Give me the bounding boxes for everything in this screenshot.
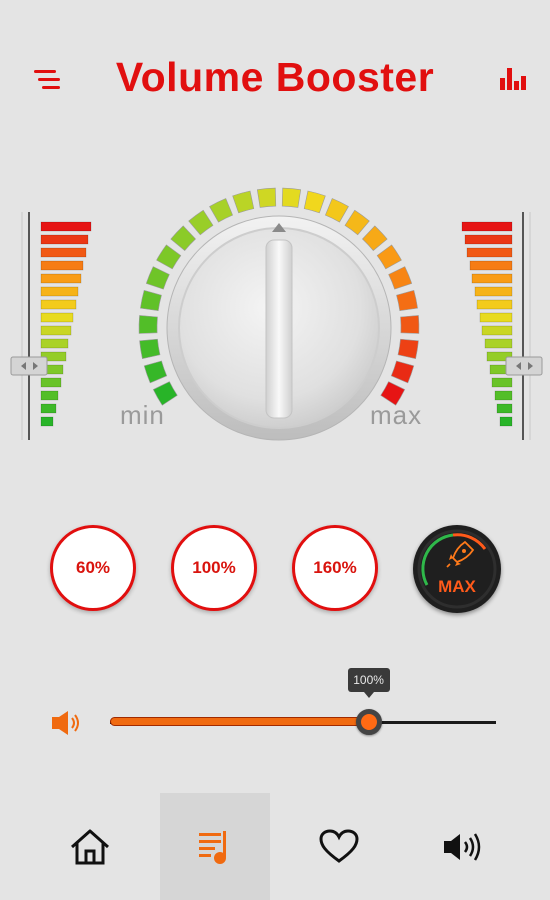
music-list-icon (199, 830, 226, 864)
level-arc-segment (303, 190, 326, 214)
slider-fill (110, 717, 369, 726)
level-arc-segment (344, 209, 370, 236)
level-arc-segment (139, 338, 161, 360)
level-arc-segment (324, 198, 349, 223)
slider-tooltip: 100% (347, 668, 390, 692)
nav-music[interactable] (160, 793, 270, 900)
level-arc-segment (388, 266, 413, 290)
nav-volume[interactable] (409, 793, 519, 900)
level-arc-segment (188, 209, 214, 236)
max-button[interactable]: MAX (413, 525, 501, 613)
home-icon (71, 829, 109, 864)
volume-icon (444, 832, 481, 861)
volume-knob-area: min max (0, 0, 550, 480)
level-arc-segment (256, 187, 277, 208)
preset-60-button[interactable]: 60% (50, 525, 136, 611)
level-arc-segment (138, 315, 158, 334)
level-arc-segment (143, 360, 168, 384)
level-arc-segment (376, 244, 402, 270)
max-label: MAX (438, 577, 476, 596)
level-arc-segment (232, 190, 255, 214)
rocket-icon (446, 540, 475, 568)
level-arc-segment (400, 315, 420, 334)
slider-thumb[interactable] (355, 709, 382, 735)
level-arc-segment (145, 266, 170, 290)
heart-icon (319, 828, 359, 863)
level-arc-segment (396, 290, 418, 312)
nav-favorites[interactable] (284, 793, 394, 900)
nav-home[interactable] (35, 793, 145, 900)
level-arc-segment (209, 198, 234, 223)
slider-tooltip-arrow (363, 692, 374, 698)
level-arc-segment (380, 381, 406, 406)
bottom-navigation (0, 793, 550, 900)
volume-slider-row: 100% (0, 660, 550, 760)
level-arc-segment (152, 381, 178, 406)
level-arc-segment (140, 290, 162, 312)
preset-buttons: 60% 100% 160% MAX (0, 525, 550, 615)
level-arc-segment (390, 360, 415, 384)
level-arc-segment (397, 338, 419, 360)
volume-knob[interactable] (166, 215, 392, 441)
preset-160-button[interactable]: 160% (292, 525, 378, 611)
level-arc-segment (170, 225, 196, 251)
speaker-icon (52, 711, 79, 735)
preset-100-button[interactable]: 100% (171, 525, 257, 611)
level-arc-segment (362, 225, 388, 251)
level-arc-segment (156, 244, 182, 270)
level-arc-segment (281, 187, 302, 208)
